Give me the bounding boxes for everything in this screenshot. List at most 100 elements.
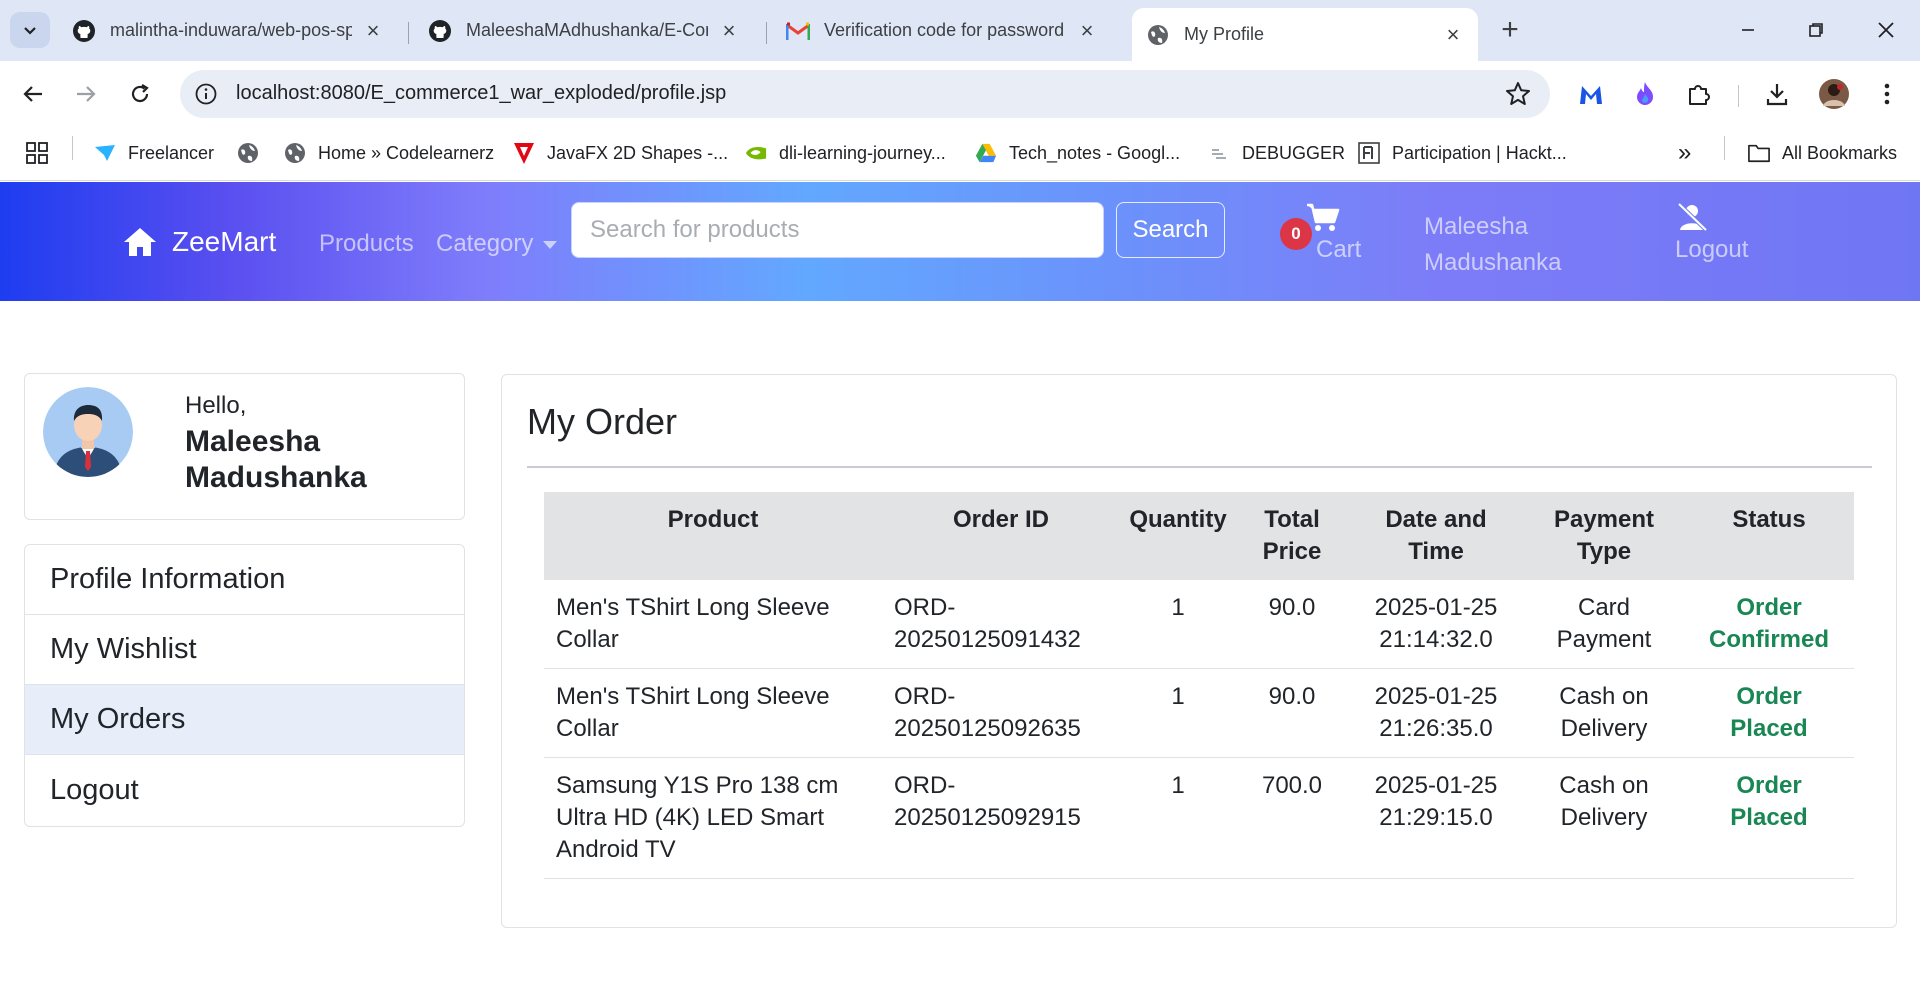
all-bookmarks-label: All Bookmarks (1782, 142, 1898, 163)
globe-icon (237, 142, 259, 164)
close-icon[interactable]: × (1442, 22, 1464, 47)
table-header-row: Product Order ID Quantity Total Price Da… (544, 492, 1854, 580)
close-icon[interactable]: × (362, 18, 384, 43)
minimize-button[interactable] (1728, 12, 1768, 48)
github-icon (428, 19, 452, 43)
cell-total-price: 90.0 (1236, 668, 1348, 758)
bookmark-dli[interactable]: dli-learning-journey... (745, 139, 946, 167)
bookmark-globe[interactable] (237, 139, 271, 167)
all-bookmarks-button[interactable]: All Bookmarks (1748, 139, 1897, 167)
gmail-icon (786, 19, 810, 43)
nav-user-name[interactable]: Maleesha Madushanka (1424, 209, 1584, 281)
bookmark-label: Tech_notes - Googl... (1009, 142, 1181, 163)
tab-title: MaleeshaMAdhushanka/E-Com (466, 20, 708, 40)
brand-name: ZeeMart (172, 226, 277, 257)
nav-category-dropdown[interactable]: Category (436, 230, 558, 258)
url-text: localhost:8080/E_commerce1_war_exploded/… (236, 82, 727, 104)
cell-quantity: 1 (1120, 668, 1236, 758)
close-window-button[interactable] (1866, 12, 1906, 48)
flame-extension-icon[interactable] (1630, 79, 1660, 109)
nav-products-link[interactable]: Products (319, 230, 414, 258)
cell-date-time: 2025-01-25 21:14:32.0 (1348, 580, 1524, 669)
cell-product: Men's TShirt Long Sleeve Collar (544, 668, 882, 758)
bookmark-tech-notes[interactable]: Tech_notes - Googl... (975, 139, 1180, 167)
reload-button[interactable] (121, 75, 159, 113)
search-input[interactable] (571, 202, 1104, 258)
cell-payment-type: Cash on Delivery (1524, 668, 1684, 758)
browser-tab-3[interactable]: Verification code for password c × (772, 8, 1112, 53)
kebab-menu-icon[interactable] (1872, 79, 1902, 109)
column-header-order-id: Order ID (882, 492, 1120, 580)
tab-search-button[interactable] (10, 12, 50, 48)
tab-title: My Profile (1184, 24, 1265, 44)
tab-separator (766, 22, 767, 44)
menu-item-logout[interactable]: Logout (25, 755, 464, 825)
cart-link[interactable]: 0 Cart (1278, 202, 1361, 282)
site-info-icon[interactable] (194, 82, 218, 106)
browser-tab-1[interactable]: malintha-induwara/web-pos-sp × (58, 8, 398, 53)
address-bar[interactable]: localhost:8080/E_commerce1_war_exploded/… (180, 70, 1550, 118)
orders-table: Product Order ID Quantity Total Price Da… (544, 492, 1854, 879)
new-tab-button[interactable]: + (1494, 13, 1526, 46)
cell-order-id: ORD-20250125091432 (882, 580, 1120, 669)
divider (527, 466, 1872, 468)
restore-icon (1809, 23, 1823, 37)
close-icon[interactable]: × (1076, 18, 1098, 43)
table-row: Men's TShirt Long Sleeve Collar ORD-2025… (544, 580, 1854, 669)
tab-title: malintha-induwara/web-pos-sp (110, 20, 352, 40)
nvidia-icon (745, 142, 767, 164)
back-button[interactable] (14, 75, 52, 113)
bookmark-debugger[interactable]: DEBUGGER (1208, 139, 1345, 167)
tab-separator (408, 22, 409, 44)
forward-button[interactable] (67, 75, 105, 113)
cart-count-badge: 0 (1280, 218, 1312, 250)
extensions-puzzle-icon[interactable] (1684, 79, 1714, 109)
debugger-icon (1208, 142, 1230, 164)
caret-down-icon (543, 240, 558, 249)
bookmark-codelearnerz[interactable]: Home » Codelearnerz (284, 139, 494, 167)
menu-item-profile-information[interactable]: Profile Information (25, 545, 464, 615)
bookmark-participation[interactable]: Participation | Hackt... (1358, 139, 1567, 167)
chevron-down-icon (24, 27, 36, 35)
reload-icon (131, 84, 149, 103)
bookmark-star-icon[interactable] (1504, 80, 1532, 108)
menu-item-my-wishlist[interactable]: My Wishlist (25, 615, 464, 685)
browser-toolbar: localhost:8080/E_commerce1_war_exploded/… (0, 61, 1920, 127)
browser-tab-active[interactable]: My Profile × (1132, 8, 1478, 61)
close-icon[interactable]: × (718, 18, 740, 43)
column-header-quantity: Quantity (1120, 492, 1236, 580)
column-header-date-time: Date and Time (1348, 492, 1524, 580)
nav-logout-link[interactable]: Logout (1675, 202, 1765, 282)
orders-title: My Order (527, 401, 678, 442)
malwarebytes-extension-icon[interactable] (1576, 79, 1606, 109)
menu-item-my-orders[interactable]: My Orders (25, 685, 464, 755)
cell-product: Men's TShirt Long Sleeve Collar (544, 580, 882, 669)
bookmark-label: Participation | Hackt... (1392, 142, 1567, 163)
minimize-icon (1742, 29, 1754, 31)
bookmark-label: JavaFX 2D Shapes -... (547, 142, 729, 163)
brand-link[interactable]: ZeeMart (122, 226, 276, 258)
profile-card: Hello, Maleesha Madushanka (24, 373, 465, 520)
bookmark-javafx[interactable]: JavaFX 2D Shapes -... (513, 139, 728, 167)
logout-label: Logout (1675, 236, 1749, 263)
table-row: Men's TShirt Long Sleeve Collar ORD-2025… (544, 668, 1854, 758)
greeting-text: Hello, (185, 392, 247, 419)
bookmark-label: DEBUGGER (1242, 142, 1346, 163)
download-icon[interactable] (1762, 79, 1792, 109)
apps-grid-button[interactable] (26, 139, 48, 167)
browser-tab-2[interactable]: MaleeshaMAdhushanka/E-Com × (414, 8, 754, 53)
freelancer-icon (94, 142, 116, 164)
arrow-left-icon (23, 86, 42, 102)
cell-status: Order Placed (1684, 757, 1854, 879)
cell-order-id: ORD-20250125092635 (882, 668, 1120, 758)
restore-button[interactable] (1796, 12, 1836, 48)
profile-avatar-icon[interactable] (1817, 77, 1851, 111)
shopping-cart-icon (1307, 203, 1340, 231)
bookmark-freelancer[interactable]: Freelancer (94, 139, 214, 167)
cell-product: Samsung Y1S Pro 138 cm Ultra HD (4K) LED… (544, 757, 882, 879)
search-button[interactable]: Search (1116, 202, 1225, 258)
user-slash-icon (1677, 202, 1708, 232)
folder-icon (1748, 142, 1770, 164)
google-drive-icon (975, 142, 997, 164)
bookmarks-overflow-button[interactable]: » (1678, 139, 1691, 167)
